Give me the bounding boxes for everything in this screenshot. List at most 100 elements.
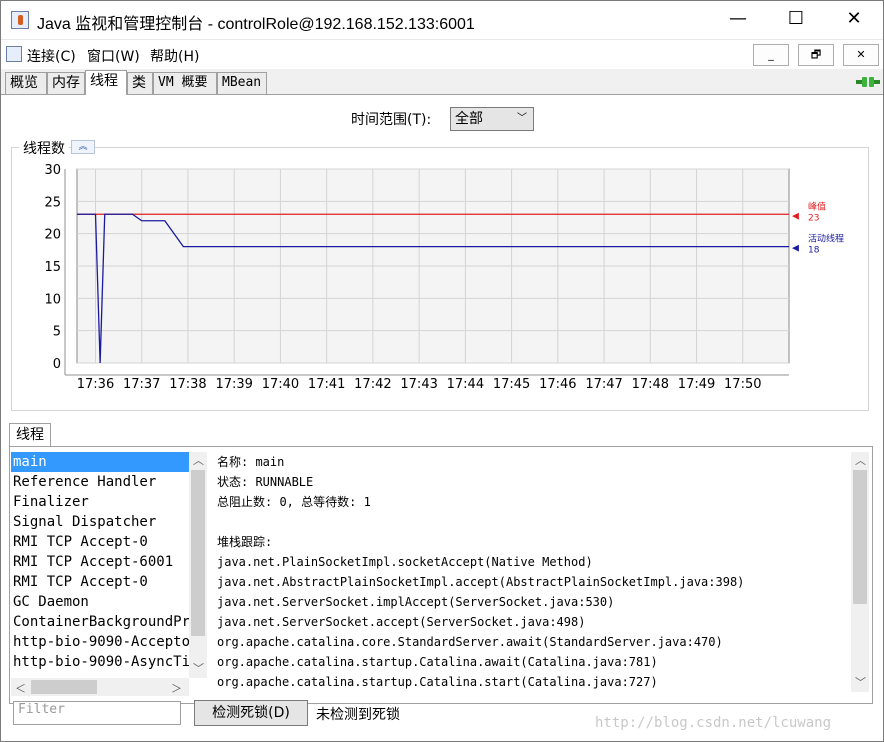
- thread-list-item[interactable]: http-bio-9090-Acceptor: [11, 632, 189, 652]
- scroll-up-icon[interactable]: ︿: [855, 452, 866, 468]
- chevron-down-icon: ﹀: [517, 113, 527, 124]
- tab-mbeans[interactable]: MBean: [217, 72, 267, 94]
- thread-count-chart: 17:36 17:37 17:38 17:39 17:40 17:41 17:42 17:43…: [44, 163, 844, 392]
- x-tick-label: 17:44: [447, 377, 484, 392]
- x-tick-label: 17:46: [539, 377, 576, 392]
- scroll-left-icon[interactable]: ＜: [15, 680, 26, 696]
- x-tick-label: 17:49: [678, 377, 715, 392]
- x-tick-label: 17:39: [215, 377, 252, 392]
- collapse-chevron-icon[interactable]: ︽: [71, 140, 95, 154]
- scroll-thumb[interactable]: [191, 470, 205, 636]
- main-tabs: 概览 内存 线程 类 VM 概要 MBean: [1, 69, 883, 95]
- menu-connect[interactable]: 连接(C): [27, 46, 76, 66]
- thread-list-item[interactable]: Signal Dispatcher: [11, 512, 189, 532]
- x-tick-label: 17:48: [632, 377, 669, 392]
- stack-frame-line: org.apache.catalina.startup.Catalina.sta…: [217, 675, 658, 689]
- scroll-down-icon[interactable]: ﹀: [193, 660, 204, 676]
- x-tick-label: 17:47: [585, 377, 622, 392]
- time-range-value: 全部: [455, 111, 483, 127]
- tab-thread-list[interactable]: 线程: [9, 423, 51, 447]
- stack-frame-line: org.apache.catalina.startup.Catalina.awa…: [217, 655, 658, 669]
- connection-plug-icon: [856, 77, 880, 87]
- thread-list-item[interactable]: Finalizer: [11, 492, 189, 512]
- deadlock-status: 未检测到死锁: [316, 707, 400, 723]
- x-tick-label: 17:43: [400, 377, 437, 392]
- tab-vm-summary[interactable]: VM 概要: [153, 72, 217, 94]
- thread-detail: 名称: main 状态: RUNNABLE 总阻止数: 0, 总等待数: 1 堆栈跟…: [217, 452, 847, 697]
- y-tick-label: 30: [44, 163, 61, 178]
- legend-name: 峰值: [808, 200, 826, 212]
- thread-list-item[interactable]: Reference Handler: [11, 472, 189, 492]
- y-tick-label: 10: [44, 292, 61, 307]
- scroll-thumb[interactable]: [853, 470, 867, 604]
- detect-deadlock-button[interactable]: 检测死锁(D): [194, 700, 308, 726]
- time-range-select[interactable]: 全部 ﹀: [450, 107, 534, 131]
- thread-info-line: 总阻止数: 0, 总等待数: 1: [217, 495, 371, 509]
- thread-list-hscroll[interactable]: ＜ ＞: [11, 678, 189, 696]
- minimize-button[interactable]: —: [709, 1, 767, 39]
- threads-panel: 时间范围(T): 全部 ﹀ 线程数 ︽ 17:36 17:37 17:38 17:39…: [1, 95, 883, 741]
- y-tick-label: 5: [53, 325, 61, 340]
- x-tick-label: 17:42: [354, 377, 391, 392]
- tab-threads[interactable]: 线程: [85, 70, 127, 95]
- internal-frame-icon: [6, 46, 22, 62]
- scroll-down-icon[interactable]: ﹀: [855, 674, 866, 690]
- x-tick-label: 17:45: [493, 377, 530, 392]
- scroll-up-icon[interactable]: ︿: [193, 452, 204, 468]
- series-marker-icon: ◀: [792, 244, 799, 254]
- stack-frame-line: java.net.PlainSocketImpl.socketAccept(Na…: [217, 555, 593, 569]
- x-tick-label: 17:37: [123, 377, 160, 392]
- thread-info-line: 状态: RUNNABLE: [217, 475, 314, 489]
- thread-list-item[interactable]: main: [11, 452, 189, 472]
- thread-list-item[interactable]: RMI TCP Accept-6001: [11, 552, 189, 572]
- app-window: Java 监视和管理控制台 - controlRole@192.168.152.…: [0, 0, 884, 742]
- window-title: Java 监视和管理控制台 - controlRole@192.168.152.…: [37, 16, 475, 33]
- stack-frame-line: org.apache.catalina.core.StandardServer.…: [217, 635, 723, 649]
- stack-frame-line: java.net.ServerSocket.accept(ServerSocke…: [217, 615, 586, 629]
- scroll-right-icon[interactable]: ＞: [171, 680, 182, 696]
- legend-name: 活动线程: [808, 233, 844, 245]
- x-tick-label: 17:50: [724, 377, 761, 392]
- legend-value: 23: [808, 213, 819, 223]
- legend-value: 18: [808, 246, 820, 256]
- thread-list-vscroll[interactable]: ︿ ﹀: [189, 452, 207, 678]
- detail-vscroll[interactable]: ︿ ﹀: [851, 452, 869, 692]
- tab-overview[interactable]: 概览: [5, 72, 47, 94]
- stack-trace-heading: 堆栈跟踪:: [217, 535, 273, 549]
- java-app-icon: [11, 11, 29, 29]
- menu-window[interactable]: 窗口(W): [87, 46, 140, 66]
- thread-list-item[interactable]: GC Daemon: [11, 592, 189, 612]
- x-tick-label: 17:36: [77, 377, 114, 392]
- hscroll-thumb[interactable]: [31, 680, 97, 694]
- thread-info-line: 名称: main: [217, 455, 285, 469]
- y-tick-label: 15: [44, 260, 61, 275]
- x-tick-label: 17:38: [169, 377, 206, 392]
- tab-classes[interactable]: 类: [127, 72, 153, 94]
- x-tick-label: 17:41: [308, 377, 345, 392]
- maximize-button[interactable]: ☐: [767, 1, 825, 39]
- stack-frame-line: java.net.AbstractPlainSocketImpl.accept(…: [217, 575, 745, 589]
- series-marker-icon: ◀: [792, 211, 799, 221]
- stack-frame-line: [217, 512, 847, 532]
- y-tick-label: 25: [44, 195, 61, 210]
- filter-input[interactable]: Filter: [13, 701, 181, 725]
- thread-list-item[interactable]: RMI TCP Accept-0: [11, 572, 189, 592]
- tab-memory[interactable]: 内存: [47, 72, 85, 94]
- y-tick-label: 0: [53, 357, 61, 372]
- menu-help[interactable]: 帮助(H): [150, 46, 199, 66]
- time-range-label: 时间范围(T):: [351, 112, 432, 128]
- thread-list[interactable]: main Reference Handler Finalizer Signal Dis…: [11, 452, 189, 678]
- x-tick-label: 17:40: [262, 377, 299, 392]
- thread-list-item[interactable]: RMI TCP Accept-0: [11, 532, 189, 552]
- menu-bar: 连接(C) 窗口(W) 帮助(H) _ 🗗 ✕: [1, 39, 883, 69]
- frame-restore-button[interactable]: 🗗: [798, 44, 834, 66]
- frame-close-button[interactable]: ✕: [843, 44, 879, 66]
- watermark: http://blog.csdn.net/lcuwang: [595, 715, 832, 731]
- title-bar: Java 监视和管理控制台 - controlRole@192.168.152.…: [1, 1, 883, 39]
- y-tick-label: 20: [44, 228, 61, 243]
- thread-list-item[interactable]: http-bio-9090-AsyncTim: [11, 652, 189, 672]
- thread-list-item[interactable]: ContainerBackgroundPro: [11, 612, 189, 632]
- close-button[interactable]: ✕: [825, 1, 883, 39]
- frame-minimize-button[interactable]: _: [753, 44, 789, 66]
- stack-frame-line: java.net.ServerSocket.implAccept(ServerS…: [217, 595, 615, 609]
